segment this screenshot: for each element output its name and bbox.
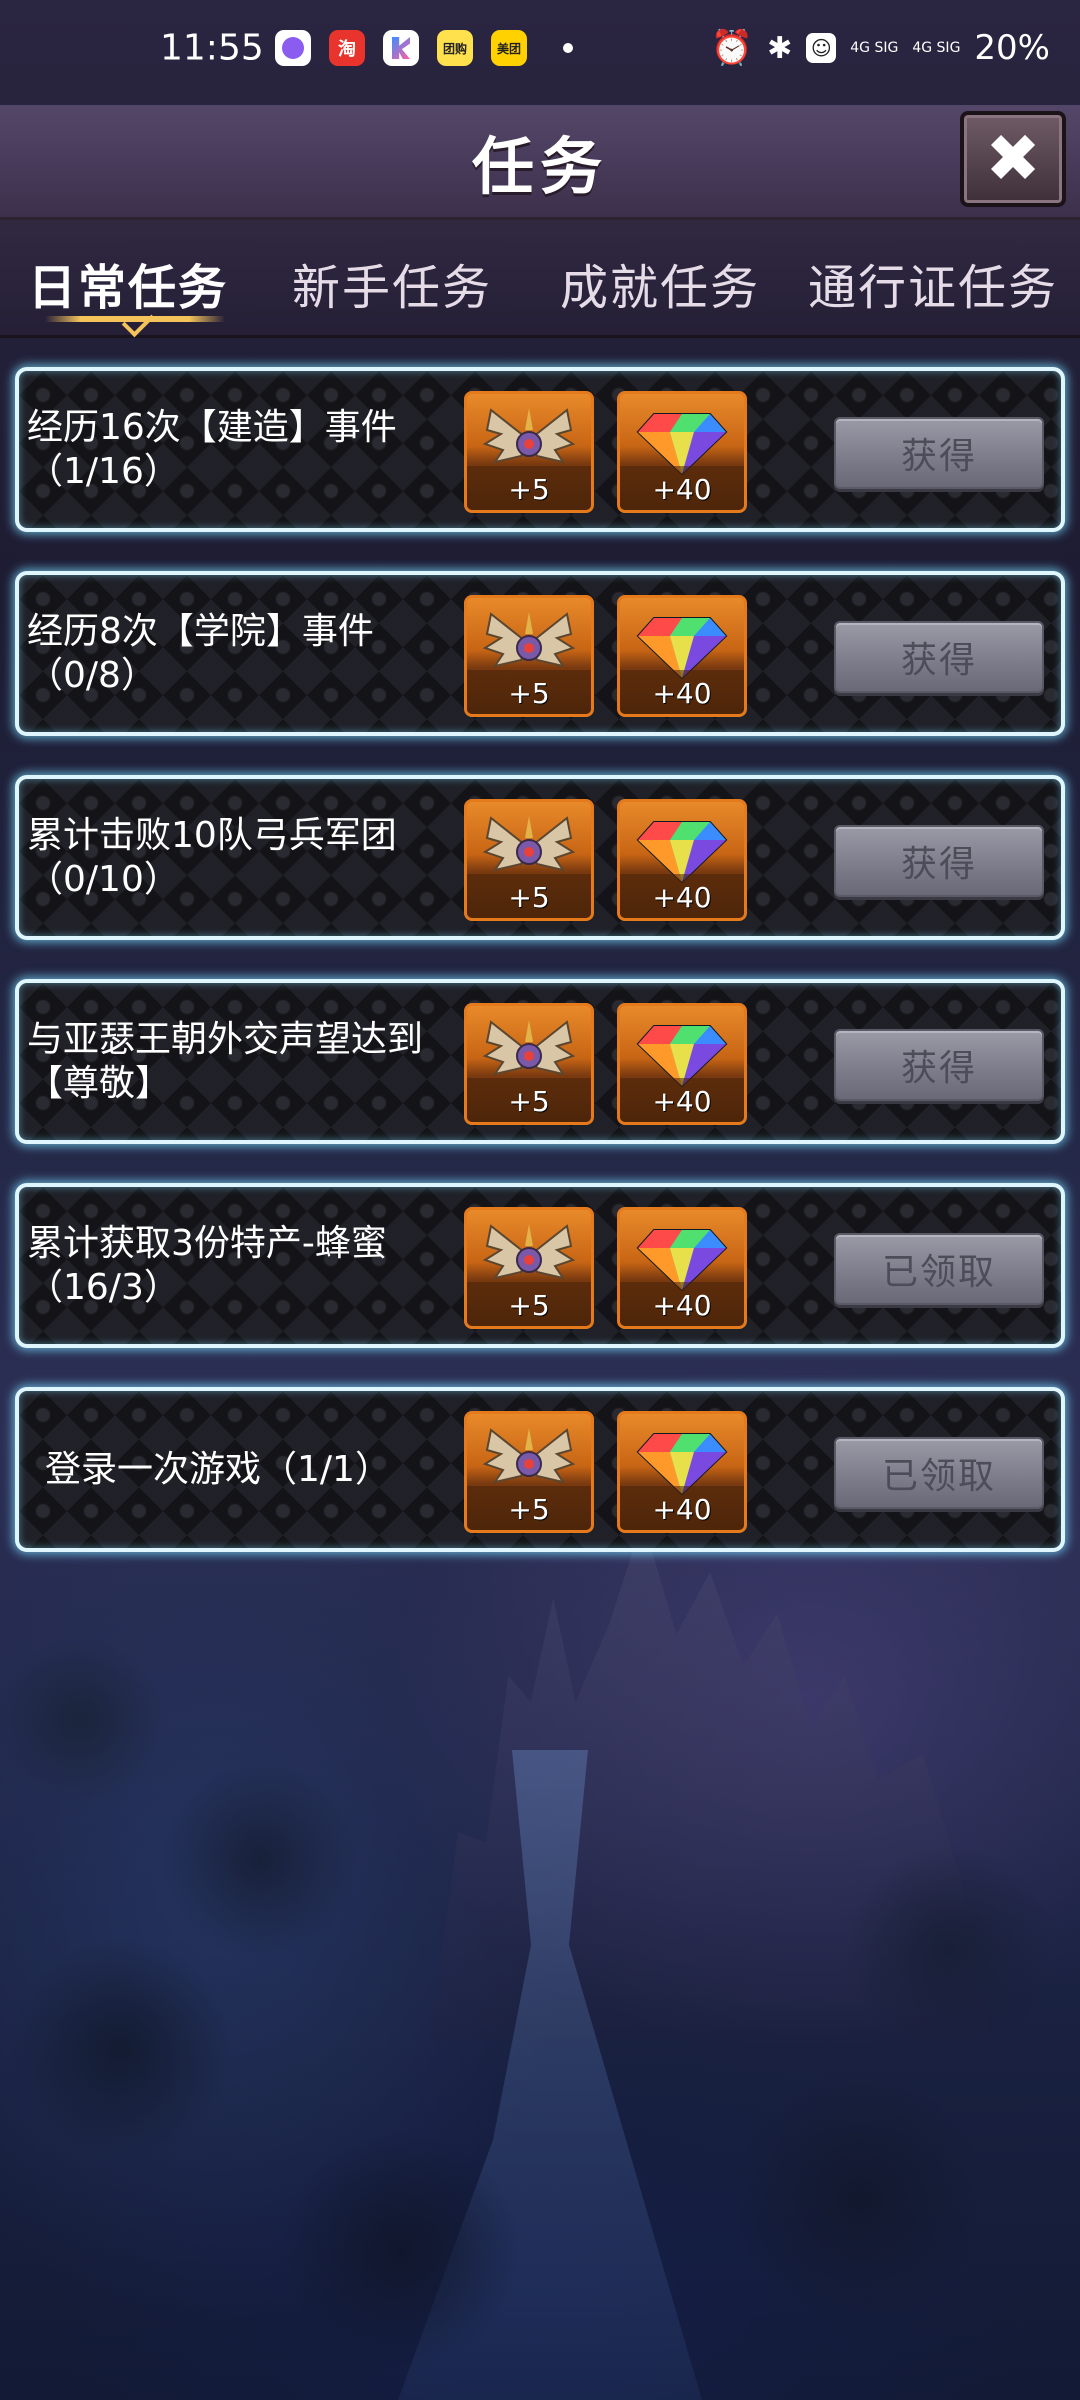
battery-percent: 20%: [974, 28, 1050, 68]
reward-amount: +5: [508, 473, 550, 506]
reward-slot[interactable]: +5: [464, 799, 594, 921]
reward-amount: +40: [652, 881, 712, 914]
reward-slot[interactable]: +40: [617, 595, 747, 717]
task-title: 经历8次【学院】事件: [27, 610, 374, 652]
task-title: 累计击败10队弓兵军团: [27, 814, 397, 856]
status-time: 11:55: [160, 27, 264, 69]
reward-amount: +40: [652, 1085, 712, 1118]
more-notifications-dot-icon: [563, 43, 573, 53]
claim-button[interactable]: 获得: [834, 825, 1044, 897]
task-item: 累计获取3份特产-蜂蜜 （16/3） +5 +40 已领取: [15, 1183, 1065, 1348]
signal-1-icon: 4G SIG: [850, 40, 899, 56]
reward-slot[interactable]: +40: [617, 1411, 747, 1533]
task-title: 经历16次【建造】事件: [27, 406, 397, 448]
reward-slot[interactable]: +5: [464, 391, 594, 513]
reward-amount: +5: [508, 1493, 550, 1526]
close-icon: ✖: [985, 120, 1041, 197]
reward-amount: +5: [508, 881, 550, 914]
task-progress: （0/10）: [27, 858, 180, 900]
signal-2-icon: 4G SIG: [912, 40, 961, 56]
status-app-icons: 淘 团购 美团: [275, 30, 573, 66]
task-title: 与亚瑟王朝外交声望达到【尊敬】: [27, 1018, 424, 1104]
task-item: 经历8次【学院】事件 （0/8） +5 +40 获得: [15, 571, 1065, 736]
task-description: 累计获取3份特产-蜂蜜 （16/3）: [27, 1222, 467, 1310]
k-app-icon: [383, 30, 419, 66]
tab-newbie[interactable]: 新手任务: [292, 248, 492, 318]
taobao-app-icon: 淘: [329, 30, 365, 66]
reward-slot[interactable]: +5: [464, 1411, 594, 1533]
claim-button[interactable]: 获得: [834, 417, 1044, 489]
page-header: 任务 ✖: [0, 105, 1080, 220]
reward-amount: +40: [652, 473, 712, 506]
task-item: 与亚瑟王朝外交声望达到【尊敬】 +5 +40 获得: [15, 979, 1065, 1144]
tab-bar: 日常任务 新手任务 成就任务 通行证任务: [0, 220, 1080, 338]
task-progress: （0/8）: [27, 654, 157, 696]
group-buy-app-icon: 团购: [437, 30, 473, 66]
task-title: 登录一次游戏（1/1）: [45, 1448, 391, 1490]
reward-slot[interactable]: +5: [464, 1207, 594, 1329]
reward-slot[interactable]: +40: [617, 391, 747, 513]
reward-slot[interactable]: +5: [464, 595, 594, 717]
task-description: 经历8次【学院】事件 （0/8）: [27, 610, 467, 698]
task-description: 与亚瑟王朝外交声望达到【尊敬】: [27, 1018, 467, 1106]
reward-slot[interactable]: +40: [617, 1003, 747, 1125]
tab-daily[interactable]: 日常任务: [28, 248, 228, 318]
reward-amount: +40: [652, 1493, 712, 1526]
reward-slot[interactable]: +5: [464, 1003, 594, 1125]
background-forest: [0, 1600, 1080, 2400]
task-title: 累计获取3份特产-蜂蜜: [27, 1222, 387, 1264]
messenger-app-icon: [275, 30, 311, 66]
claimed-button[interactable]: 已领取: [834, 1233, 1044, 1305]
task-description: 登录一次游戏（1/1）: [45, 1448, 485, 1492]
reward-amount: +5: [508, 1085, 550, 1118]
status-bar: 11:55 淘 团购 美团 ⏰ ✱ ☺ 4G SIG 4G SIG 20%: [0, 0, 1080, 100]
reward-slot[interactable]: +40: [617, 799, 747, 921]
task-description: 经历16次【建造】事件 （1/16）: [27, 406, 467, 494]
reward-amount: +40: [652, 677, 712, 710]
meituan-app-icon: 美团: [491, 30, 527, 66]
face-app-icon: ☺: [806, 33, 837, 63]
tab-achievement[interactable]: 成就任务: [560, 248, 760, 318]
claim-button[interactable]: 获得: [834, 1029, 1044, 1101]
alarm-icon: ⏰: [710, 28, 754, 68]
task-item: 累计击败10队弓兵军团 （0/10） +5 +40 获得: [15, 775, 1065, 940]
reward-slot[interactable]: +40: [617, 1207, 747, 1329]
reward-amount: +5: [508, 677, 550, 710]
task-progress: （16/3）: [27, 1266, 180, 1308]
task-description: 累计击败10队弓兵军团 （0/10）: [27, 814, 467, 902]
task-item: 经历16次【建造】事件 （1/16） +5 +40 获得: [15, 367, 1065, 532]
reward-amount: +5: [508, 1289, 550, 1322]
reward-amount: +40: [652, 1289, 712, 1322]
task-item: 登录一次游戏（1/1） +5 +40 已领取: [15, 1387, 1065, 1552]
claimed-button[interactable]: 已领取: [834, 1437, 1044, 1509]
status-right-icons: ⏰ ✱ ☺ 4G SIG 4G SIG 20%: [711, 28, 1050, 68]
task-progress: （1/16）: [27, 450, 180, 492]
close-button[interactable]: ✖: [960, 111, 1066, 207]
bluetooth-icon: ✱: [767, 30, 793, 66]
page-title: 任务: [471, 130, 608, 203]
tab-battle-pass[interactable]: 通行证任务: [808, 248, 1058, 318]
claim-button[interactable]: 获得: [834, 621, 1044, 693]
